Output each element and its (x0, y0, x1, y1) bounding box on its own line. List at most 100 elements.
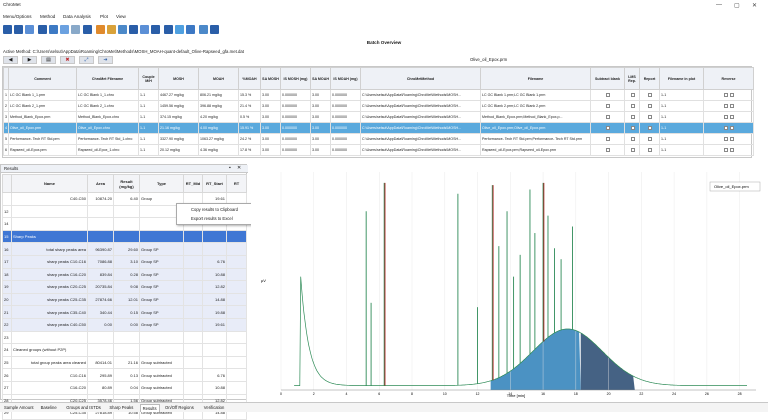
results-row[interactable]: 27 C16-C20 80.89 0.04 Group subtracted 10.88 (2, 380, 247, 395)
table-cell[interactable]: 1-1 (138, 144, 159, 156)
table-cell[interactable]: C:\Users\selsut\AppData\Roaming\ChroMet\… (360, 100, 481, 112)
checkbox[interactable] (648, 137, 652, 142)
table-cell[interactable]: 4.20 mg/kg (198, 111, 239, 123)
tab-on-off-regions[interactable]: On/Off Regions (163, 404, 196, 411)
filter-icon[interactable] (186, 25, 195, 34)
table-cell[interactable]: 4.00 mg/kg (198, 122, 239, 134)
table-cell[interactable] (703, 144, 754, 156)
table-cell[interactable]: 0.000000 (280, 133, 311, 145)
table-cell[interactable]: 806.21 mg/kg (198, 89, 239, 101)
table-cell[interactable]: Method_Blank_Epox.prm;Method_Blank_Epox.… (480, 111, 591, 123)
table-cell[interactable] (639, 122, 660, 134)
table-row[interactable]: 2 LC GC Blank 2_1.prm LC GC Blank 2_1.chro… (3, 100, 754, 112)
checkbox[interactable] (724, 115, 728, 120)
table-cell[interactable] (703, 89, 754, 101)
results-header-cell[interactable]: Result (mg/kg) (113, 174, 140, 193)
tab-sharp-peaks[interactable]: Sharp Peaks (107, 404, 135, 411)
menu-options[interactable]: Menu/Options (3, 14, 32, 19)
grid-header[interactable]: Filename in plot (659, 67, 704, 90)
table-cell[interactable]: 17.8 % (238, 144, 261, 156)
table-cell[interactable]: 0.000000 (330, 122, 361, 134)
table-cell[interactable]: 3.00 (310, 122, 331, 134)
table-cell[interactable]: 1-1 (659, 144, 704, 156)
checkbox[interactable] (730, 126, 734, 131)
table-cell[interactable]: 1-1 (138, 111, 159, 123)
table-cell[interactable]: 20.12 mg/kg (158, 144, 199, 156)
table-cell[interactable] (590, 89, 625, 101)
grid-header[interactable]: SA MOAH (310, 67, 331, 90)
table-cell[interactable]: 1-1 (659, 89, 704, 101)
checkbox[interactable] (648, 115, 652, 120)
checkbox[interactable] (630, 148, 635, 153)
checkbox[interactable] (724, 126, 728, 131)
results-header-cell[interactable]: RT_Mid (183, 174, 203, 193)
panel-close-icon[interactable]: ✕ (237, 165, 241, 171)
grid-header[interactable]: Reverse (703, 67, 754, 90)
save-icon[interactable] (14, 25, 23, 34)
checkbox[interactable] (648, 93, 652, 98)
results-row[interactable]: 21 sharp peaks C35-C40 340.44 0.15 Group SP 1… (2, 305, 247, 319)
table-cell[interactable] (703, 122, 754, 134)
table-cell[interactable] (590, 100, 625, 112)
checkbox[interactable] (648, 104, 652, 109)
table-cell[interactable]: 3.00 (310, 144, 331, 156)
table-row[interactable]: 3 Method_Blank_Epox.prm Method_Blank_Epox.… (3, 111, 754, 123)
grid-header[interactable]: IS MOSH (mg) (280, 67, 311, 90)
checkbox[interactable] (630, 93, 635, 98)
marker-icon[interactable] (175, 25, 184, 34)
checkbox[interactable] (606, 148, 610, 153)
table-cell[interactable]: Method_Blank_Epox.chro (76, 111, 139, 123)
chart-icon[interactable] (118, 25, 127, 34)
menu-view[interactable]: View (116, 14, 126, 19)
grid-header[interactable]: Subtract blank (590, 67, 625, 90)
results-row[interactable]: 17 sharp peaks C10-C16 7086.88 3.10 Group SP… (2, 254, 247, 269)
checkbox[interactable] (724, 137, 728, 142)
table-cell[interactable] (624, 100, 640, 112)
table-cell[interactable]: Olive_oil_Epox.prm;Olive_oil_Epox.prm (480, 122, 591, 134)
checkbox[interactable] (630, 115, 635, 120)
table-cell[interactable]: LC GC Blank 2.prm;LC GC Blank 2.prm (480, 100, 591, 112)
results-row[interactable]: 19 sharp peaks C20-C25 20735.84 9.08 Group S… (2, 280, 247, 294)
table-cell[interactable]: 1-1 (659, 100, 704, 112)
table-cell[interactable] (590, 133, 625, 145)
table-cell[interactable]: 3.00 (260, 111, 281, 123)
table-cell[interactable]: 0.000000 (330, 100, 361, 112)
menu-plot[interactable]: Plot (100, 14, 108, 19)
table-cell[interactable] (590, 122, 625, 134)
table-cell[interactable]: 0.000000 (330, 144, 361, 156)
table-cell[interactable] (639, 144, 660, 156)
table-cell[interactable]: 15.3 % (238, 89, 261, 101)
tab-results[interactable]: Results (139, 404, 160, 412)
table-cell[interactable] (639, 89, 660, 101)
results-row[interactable]: 24 Cleaned groups (without P2P) (2, 343, 247, 357)
grid-header[interactable]: ChroMetMethod (360, 67, 481, 90)
table-cell[interactable]: 0.000000 (330, 111, 361, 123)
table-cell[interactable]: C:\Users\selsut\AppData\Roaming\ChroMet\… (360, 111, 481, 123)
integrate-icon[interactable] (129, 25, 138, 34)
table-cell[interactable]: 4467.27 mg/kg (158, 89, 199, 101)
copy-to-clipboard-item[interactable]: Copy results to Clipboard (191, 207, 238, 212)
table-cell[interactable]: 3.00 (260, 144, 281, 156)
checkbox[interactable] (730, 137, 734, 142)
results-row[interactable]: 22 sharp peaks C40-C50 0.00 0.00 Group SP 19.… (2, 317, 247, 332)
table-cell[interactable]: 3.00 (260, 133, 281, 145)
minimize-icon[interactable]: — (716, 2, 722, 8)
table-cell[interactable]: 3.00 (310, 133, 331, 145)
table-cell[interactable]: 3.00 (260, 122, 281, 134)
table-cell[interactable]: C:\Users\selsut\AppData\Roaming\ChroMet\… (360, 133, 481, 145)
grid-header[interactable]: Comment (8, 67, 77, 90)
zoom-icon[interactable] (140, 25, 149, 34)
table-cell[interactable]: Olive_oil_Epox.prm (8, 122, 77, 134)
table-cell[interactable]: 3.00 (260, 89, 281, 101)
table-cell[interactable]: 1-1 (659, 111, 704, 123)
baseline-icon[interactable] (107, 25, 116, 34)
grid-header[interactable]: Couple M/H (138, 67, 159, 90)
grid-header[interactable]: %MOAH (238, 67, 261, 90)
checkbox[interactable] (606, 137, 610, 142)
table-cell[interactable]: 1063.27 mg/kg (198, 133, 239, 145)
table-cell[interactable] (624, 89, 640, 101)
table-icon[interactable] (49, 25, 58, 34)
results-row[interactable]: 25 total group peaks area cleaned 80414.01… (2, 355, 247, 370)
checkbox[interactable] (724, 104, 728, 109)
table-cell[interactable] (624, 122, 640, 134)
